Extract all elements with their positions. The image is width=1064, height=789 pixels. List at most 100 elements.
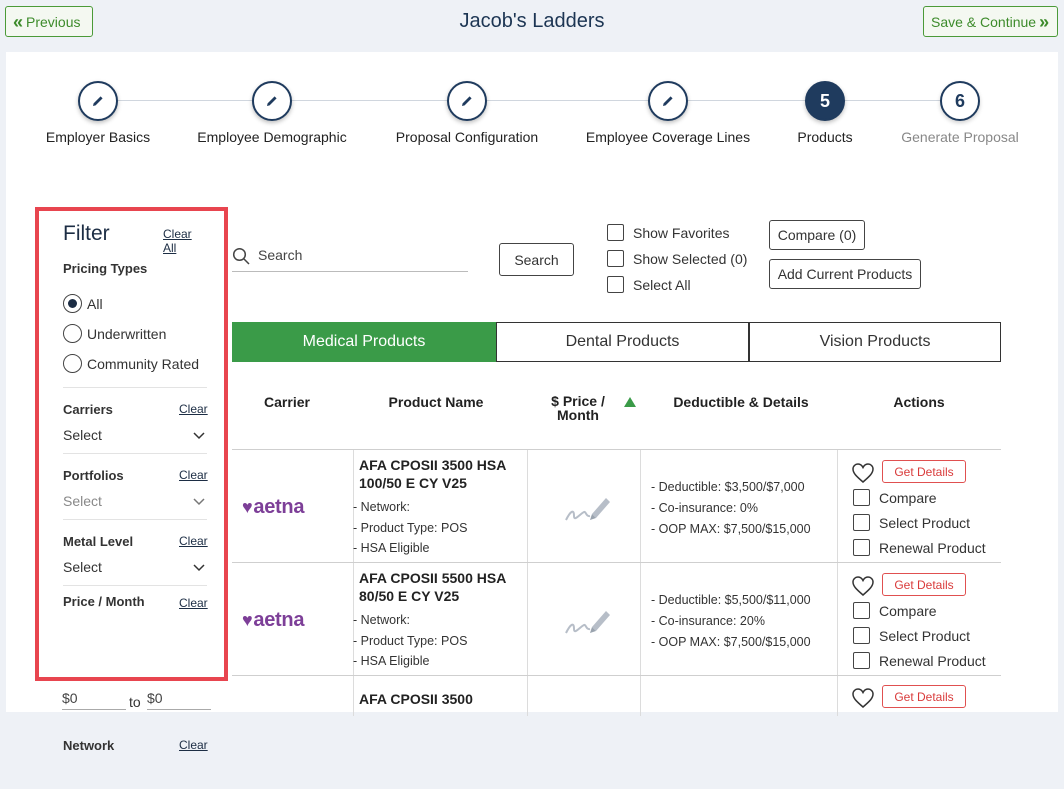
table-row: AFA CPOSII 3500 Get Details	[232, 676, 1001, 789]
carriers-clear-link[interactable]: Clear	[179, 402, 208, 416]
currency-prefix: $	[147, 690, 155, 706]
compare-button[interactable]: Compare (0)	[769, 220, 865, 250]
clear-all-link[interactable]: Clear All	[163, 227, 207, 255]
carrier-name: aetna	[253, 609, 305, 631]
checkbox-icon	[853, 539, 870, 556]
get-details-button[interactable]: Get Details	[882, 460, 966, 483]
product-type: - Product Type: POS	[353, 634, 468, 648]
get-details-button[interactable]: Get Details	[882, 573, 966, 596]
step-label: Employee Coverage Lines	[585, 129, 751, 145]
save-continue-label: Save & Continue	[931, 13, 1037, 30]
add-current-products-button[interactable]: Add Current Products	[769, 259, 921, 289]
column-header-product-name[interactable]: Product Name	[356, 394, 516, 410]
checkbox-icon	[853, 602, 870, 619]
pencil-icon	[447, 81, 487, 121]
product-hsa: - HSA Eligible	[353, 654, 430, 668]
checkbox-icon	[853, 489, 870, 506]
compare-checkbox[interactable]: Compare	[853, 602, 937, 619]
carriers-select[interactable]: Select	[63, 427, 207, 443]
step-proposal-configuration[interactable]: Proposal Configuration	[377, 81, 557, 145]
metal-level-select[interactable]: Select	[63, 559, 207, 575]
favorite-heart-icon[interactable]	[851, 575, 875, 597]
oop-max-text: - OOP MAX: $7,500/$15,000	[651, 522, 811, 536]
checkbox-label: Compare	[879, 602, 937, 619]
select-all-checkbox[interactable]: Select All	[607, 276, 691, 293]
step-number: 5	[805, 81, 845, 121]
chevron-down-icon	[193, 564, 205, 572]
favorite-heart-icon[interactable]	[851, 687, 875, 709]
checkbox-label: Renewal Product	[879, 652, 986, 669]
cell-divider	[527, 676, 528, 716]
renewal-product-checkbox[interactable]: Renewal Product	[853, 539, 986, 556]
price-to-value: 0	[154, 690, 163, 706]
search-icon	[232, 247, 250, 265]
product-hsa: - HSA Eligible	[353, 541, 430, 555]
favorite-heart-icon[interactable]	[851, 462, 875, 484]
tab-medical-products[interactable]: Medical Products	[232, 322, 496, 362]
network-clear-link[interactable]: Clear	[179, 738, 208, 752]
radio-all[interactable]: All	[63, 294, 103, 313]
show-selected-checkbox[interactable]: Show Selected (0)	[607, 250, 747, 267]
price-to-label: to	[129, 694, 141, 710]
price-to-field[interactable]: $0	[147, 690, 211, 710]
search-field[interactable]	[232, 242, 468, 272]
step-label: Employee Demographic	[197, 129, 347, 145]
cell-divider	[837, 563, 838, 676]
search-input[interactable]	[256, 246, 456, 264]
divider	[63, 387, 207, 388]
deductible-text: - Deductible: $3,500/$7,000	[651, 480, 805, 494]
radio-unchecked-icon	[63, 354, 82, 373]
step-label: Generate Proposal	[901, 129, 1019, 145]
portfolios-clear-link[interactable]: Clear	[179, 468, 208, 482]
save-continue-button[interactable]: Save & Continue »	[923, 6, 1058, 37]
chevron-down-icon	[193, 432, 205, 440]
portfolios-select[interactable]: Select	[63, 493, 207, 509]
get-details-button[interactable]: Get Details	[882, 685, 966, 708]
chevron-down-icon	[193, 498, 205, 506]
show-favorites-checkbox[interactable]: Show Favorites	[607, 224, 729, 241]
step-employee-coverage-lines[interactable]: Employee Coverage Lines	[578, 81, 758, 145]
portfolios-label: Portfolios	[63, 468, 124, 483]
tab-vision-products[interactable]: Vision Products	[749, 322, 1001, 362]
radio-label: Underwritten	[87, 325, 167, 342]
select-product-checkbox[interactable]: Select Product	[853, 627, 970, 644]
step-label: Employer Basics	[45, 129, 151, 145]
tab-dental-products[interactable]: Dental Products	[496, 322, 749, 362]
table-row: ♥aetna AFA CPOSII 5500 HSA 80/50 E CY V2…	[232, 563, 1001, 676]
coinsurance-text: - Co-insurance: 20%	[651, 614, 765, 628]
radio-underwritten[interactable]: Underwritten	[63, 324, 166, 343]
divider	[63, 585, 207, 586]
step-employer-basics[interactable]: Employer Basics	[8, 81, 188, 145]
column-header-carrier: Carrier	[264, 394, 310, 410]
page-title: Jacob's Ladders	[459, 10, 605, 32]
checkbox-icon	[607, 250, 624, 267]
carrier-logo: ♥aetna	[242, 496, 304, 519]
step-employee-demographic[interactable]: Employee Demographic	[182, 81, 362, 145]
radio-label: All	[87, 295, 103, 312]
metal-level-clear-link[interactable]: Clear	[179, 534, 208, 548]
product-name: AFA CPOSII 3500	[359, 691, 473, 707]
radio-community-rated[interactable]: Community Rated	[63, 354, 199, 373]
price-clear-link[interactable]: Clear	[179, 596, 208, 610]
step-generate-proposal[interactable]: 6 Generate Proposal	[870, 81, 1050, 145]
network-label: Network	[63, 738, 115, 753]
cell-divider	[640, 676, 641, 716]
portfolios-select-value: Select	[63, 493, 102, 509]
radio-unchecked-icon	[63, 324, 82, 343]
carrier-name: aetna	[253, 496, 305, 518]
renewal-product-checkbox[interactable]: Renewal Product	[853, 652, 986, 669]
select-product-checkbox[interactable]: Select Product	[853, 514, 970, 531]
top-bar: « Previous Jacob's Ladders Save & Contin…	[0, 0, 1064, 52]
double-chevron-right-icon: »	[1039, 11, 1050, 32]
column-header-price[interactable]: $ Price / Month	[533, 394, 623, 422]
sort-ascending-icon[interactable]	[624, 397, 636, 407]
search-button[interactable]: Search	[499, 243, 574, 276]
currency-prefix: $	[62, 690, 70, 706]
column-header-actions: Actions	[893, 394, 945, 410]
price-from-field[interactable]: $0	[62, 690, 126, 710]
checkbox-icon	[607, 276, 624, 293]
checkbox-label: Renewal Product	[879, 539, 986, 556]
compare-checkbox[interactable]: Compare	[853, 489, 937, 506]
cell-divider	[527, 450, 528, 563]
column-header-deductible: Deductible & Details	[673, 394, 809, 410]
